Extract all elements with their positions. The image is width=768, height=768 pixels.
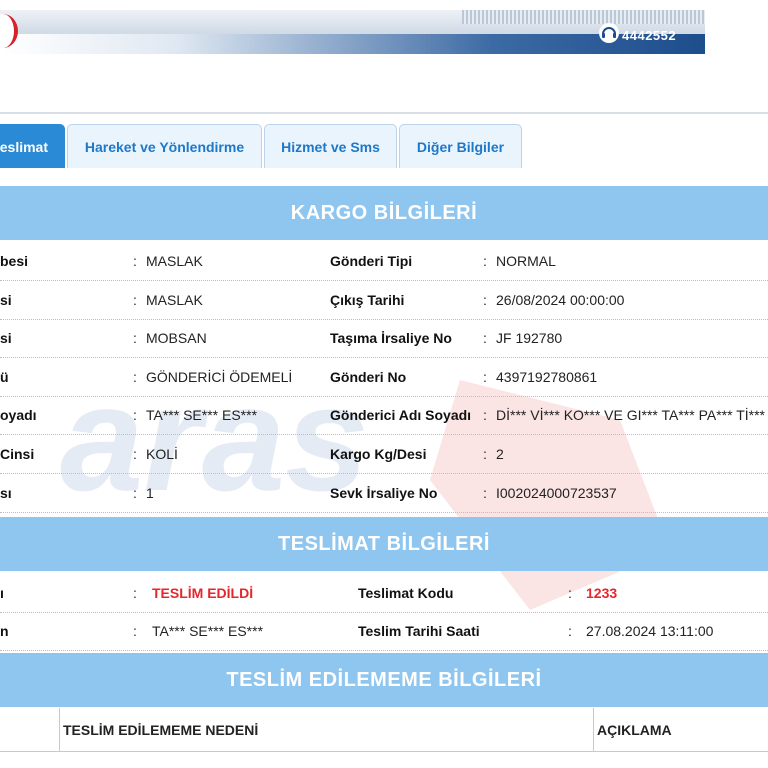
field-label: Gönderi Tipi: [330, 253, 413, 269]
header-banner: 4442552: [0, 10, 705, 54]
kargo-row: besi: MASLAK Gönderi Tipi: NORMAL: [0, 242, 768, 281]
delivery-code: 1233: [586, 585, 618, 601]
field-colon: :: [483, 292, 487, 308]
kargo-row: sı:1 Sevk İrsaliye No: I002024000723537: [0, 474, 768, 513]
field-value: MASLAK: [146, 253, 203, 269]
call-center[interactable]: 4442552: [598, 22, 676, 44]
field-colon: :: [133, 585, 137, 601]
field-label: si: [0, 330, 12, 346]
status-value: TESLİM EDİLDİ: [152, 585, 254, 601]
field-value: JF 192780: [496, 330, 563, 346]
field-label: Gönderi No: [330, 369, 407, 385]
teslimat-row: n: TA*** SE*** ES*** Teslim Tarihi Saati:2…: [0, 612, 768, 651]
field-label: ü: [0, 369, 9, 385]
field-value: NORMAL: [496, 253, 556, 269]
edilememe-section-title: TESLİM EDİLEMEME BİLGİLERİ: [0, 653, 768, 707]
field-value: MOBSAN: [146, 330, 207, 346]
field-label: besi: [0, 253, 29, 269]
field-colon: :: [568, 623, 572, 639]
phone-number: 4442552: [622, 28, 677, 43]
kargo-row: ü: GÖNDERİCİ ÖDEMELİ Gönderi No:4397192780…: [0, 358, 768, 397]
field-colon: :: [483, 407, 487, 423]
field-label: ı: [0, 585, 4, 601]
field-label: Teslim Tarihi Saati: [358, 623, 480, 639]
field-value: TA*** SE*** ES***: [146, 407, 258, 423]
field-colon: :: [133, 446, 137, 462]
field-colon: :: [133, 485, 137, 501]
field-value: Dİ*** Vİ*** KO*** VE GI*** TA*** PA*** T…: [496, 407, 765, 423]
kargo-row: oyadı: TA*** SE*** ES*** Gönderici Adı Soy…: [0, 396, 768, 435]
field-label: n: [0, 623, 9, 639]
field-value: GÖNDERİCİ ÖDEMELİ: [146, 369, 293, 385]
field-colon: :: [133, 253, 137, 269]
edilememe-table-header: TESLİM EDİLEMEME NEDENİ AÇIKLAMA: [0, 708, 768, 752]
tab-hizmet[interactable]: Hizmet ve Sms: [264, 124, 397, 168]
field-label: Taşıma İrsaliye No: [330, 330, 452, 346]
field-value: I002024000723537: [496, 485, 617, 501]
field-colon: :: [483, 369, 487, 385]
tab-teslimat[interactable]: eslimat: [0, 124, 65, 168]
field-value: 1: [146, 485, 154, 501]
column-header-neden: TESLİM EDİLEMEME NEDENİ: [63, 722, 259, 738]
tab-diger[interactable]: Diğer Bilgiler: [399, 124, 522, 168]
tab-hareket[interactable]: Hareket ve Yönlendirme: [67, 124, 262, 168]
field-colon: :: [133, 330, 137, 346]
field-colon: :: [133, 292, 137, 308]
kargo-row: Cinsi: KOLİ Kargo Kg/Desi:2: [0, 435, 768, 474]
field-colon: :: [133, 369, 137, 385]
column-header-aciklama: AÇIKLAMA: [597, 722, 672, 738]
field-value: MASLAK: [146, 292, 203, 308]
field-colon: :: [483, 446, 487, 462]
field-label: Çıkış Tarihi: [330, 292, 405, 308]
field-value: 2: [496, 446, 504, 462]
headset-icon: [599, 23, 619, 43]
teslimat-section-title: TESLİMAT BİLGİLERİ: [0, 517, 768, 571]
field-label: Kargo Kg/Desi: [330, 446, 427, 462]
field-value: 26/08/2024 00:00:00: [496, 292, 625, 308]
table-divider: [593, 708, 594, 752]
field-label: Gönderici Adı Soyadı: [330, 407, 472, 423]
field-label: oyadı: [0, 407, 37, 423]
field-label: Cinsi: [0, 446, 35, 462]
field-label: Sevk İrsaliye No: [330, 485, 438, 501]
field-colon: :: [133, 407, 137, 423]
tab-label: Hareket ve Yönlendirme: [84, 138, 245, 155]
teslimat-row: ı: TESLİM EDİLDİ Teslimat Kodu:1233: [0, 574, 768, 613]
field-value: KOLİ: [146, 446, 178, 462]
field-colon: :: [568, 585, 572, 601]
field-colon: :: [133, 623, 137, 639]
field-label: Teslimat Kodu: [358, 585, 454, 601]
tab-label: eslimat: [0, 138, 48, 155]
field-value: TA*** SE*** ES***: [152, 623, 264, 639]
kargo-section-title: KARGO BİLGİLERİ: [0, 186, 768, 240]
table-divider: [59, 708, 60, 752]
tab-label: Hizmet ve Sms: [281, 138, 380, 155]
field-label: sı: [0, 485, 12, 501]
kargo-row: si: MOBSAN Taşıma İrsaliye No: JF 192780: [0, 319, 768, 358]
field-colon: :: [483, 330, 487, 346]
tab-label: Diğer Bilgiler: [416, 138, 505, 155]
field-value: 27.08.2024 13:11:00: [586, 623, 714, 639]
field-label: si: [0, 292, 12, 308]
table-bottom-line: [0, 751, 768, 752]
tab-bar: eslimat Hareket ve Yönlendirme Hizmet ve…: [0, 124, 768, 168]
field-colon: :: [483, 253, 487, 269]
field-colon: :: [483, 485, 487, 501]
kargo-row: si: MASLAK Çıkış Tarihi:26/08/2024 00:00:0…: [0, 281, 768, 320]
header-divider: [0, 112, 768, 114]
field-value: 4397192780861: [496, 369, 598, 385]
